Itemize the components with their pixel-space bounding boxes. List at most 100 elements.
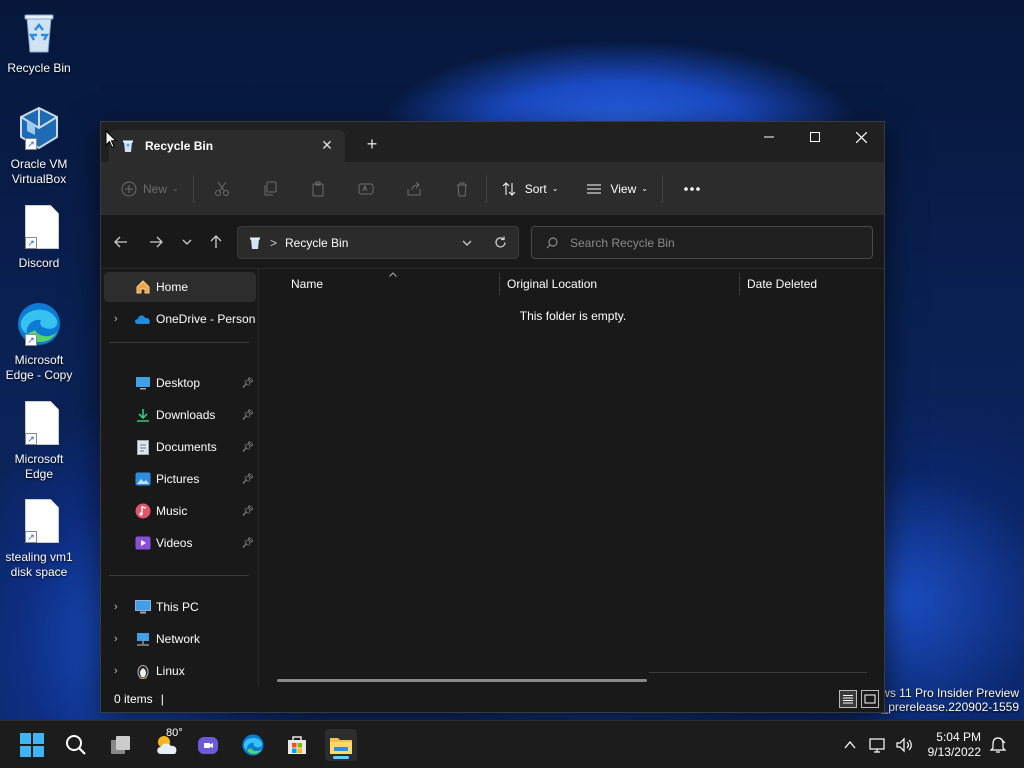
delete-button[interactable]: [446, 173, 478, 205]
sort-button[interactable]: Sort ⌄: [493, 173, 567, 205]
pin-icon[interactable]: 📌︎: [241, 538, 254, 549]
breadcrumb-recycle-bin[interactable]: Recycle Bin: [285, 236, 348, 250]
tiles-view-button[interactable]: [861, 690, 879, 708]
chevron-right-icon[interactable]: ›: [114, 601, 118, 613]
rename-button[interactable]: [350, 173, 382, 205]
column-header-name[interactable]: Name: [291, 269, 499, 299]
active-indicator: [333, 756, 349, 759]
view-button[interactable]: View ⌄: [578, 173, 656, 205]
horizontal-scrollbar[interactable]: [277, 679, 647, 682]
pin-icon[interactable]: 📌︎: [241, 378, 254, 389]
download-icon: [134, 406, 152, 424]
music-icon: [134, 502, 152, 520]
new-tab-button[interactable]: +: [363, 135, 381, 154]
search-input[interactable]: [570, 235, 860, 250]
desktop-icon-edge[interactable]: ↗ Microsoft Edge: [2, 399, 76, 482]
pin-icon[interactable]: 📌︎: [241, 410, 254, 421]
address-bar[interactable]: > Recycle Bin: [237, 226, 519, 259]
sidebar-item-label: This PC: [156, 600, 199, 614]
sidebar-item-videos[interactable]: Videos 📌︎: [104, 528, 256, 558]
desktop-icon-discord[interactable]: ↗ Discord: [2, 203, 76, 271]
search-box[interactable]: [531, 226, 873, 259]
new-label: New: [143, 181, 168, 196]
volume-tray-icon[interactable]: [892, 729, 916, 761]
sidebar-item-label: Linux: [156, 664, 185, 678]
paste-button[interactable]: [302, 173, 334, 205]
sidebar-item-this-pc[interactable]: › This PC: [104, 592, 256, 622]
network-icon: [869, 738, 885, 753]
desktop-folder-icon: [134, 374, 152, 392]
sidebar-item-desktop[interactable]: Desktop 📌︎: [104, 368, 256, 398]
column-separator[interactable]: [499, 273, 500, 295]
sidebar-item-linux[interactable]: › Linux: [104, 656, 256, 686]
desktop-icon-edge-copy[interactable]: ↗ Microsoft Edge - Copy: [2, 300, 76, 383]
blank-document-icon: ↗: [15, 497, 63, 545]
minimize-button[interactable]: [746, 122, 792, 152]
file-explorer-taskbar-button[interactable]: [325, 729, 357, 761]
edge-icon: ↗: [15, 300, 63, 348]
column-separator[interactable]: [739, 273, 740, 295]
sidebar-item-onedrive[interactable]: › OneDrive - Personal: [104, 304, 256, 334]
network-icon: [134, 630, 152, 648]
column-header-date-deleted[interactable]: Date Deleted: [747, 269, 877, 299]
column-header-original-location[interactable]: Original Location: [507, 269, 737, 299]
store-taskbar-button[interactable]: [281, 729, 313, 761]
start-button[interactable]: [16, 729, 48, 761]
sidebar-item-documents[interactable]: Documents 📌︎: [104, 432, 256, 462]
shortcut-arrow-icon: ↗: [25, 433, 37, 445]
pin-icon[interactable]: 📌︎: [241, 474, 254, 485]
chevron-down-icon[interactable]: [462, 240, 472, 246]
recycle-bin-icon: [15, 8, 63, 56]
pin-icon[interactable]: 📌︎: [241, 506, 254, 517]
edge-icon: [242, 734, 264, 756]
chevron-right-icon[interactable]: ›: [114, 313, 118, 325]
desktop-icon-recycle-bin[interactable]: Recycle Bin: [2, 8, 76, 76]
recent-locations-button[interactable]: [177, 232, 197, 252]
title-bar[interactable]: Recycle Bin ✕ +: [101, 122, 884, 162]
copy-button[interactable]: [254, 173, 286, 205]
up-button[interactable]: [206, 232, 226, 252]
close-tab-icon[interactable]: ✕: [319, 137, 335, 153]
notification-bell-icon: [989, 737, 1007, 753]
chevron-right-icon[interactable]: ›: [114, 665, 118, 677]
column-header-label: Original Location: [507, 277, 598, 291]
sidebar-item-home[interactable]: Home: [104, 272, 256, 302]
more-options-button[interactable]: [675, 173, 709, 205]
new-button[interactable]: New ⌄: [113, 173, 187, 205]
refresh-icon[interactable]: [494, 236, 507, 249]
chevron-right-icon[interactable]: ›: [114, 633, 118, 645]
chevron-down-icon: ⌄: [172, 184, 179, 193]
back-button[interactable]: [111, 232, 131, 252]
desktop-icon-stealing-vm1[interactable]: ↗ stealing vm1 disk space: [2, 497, 76, 580]
teams-chat-button[interactable]: [192, 729, 224, 761]
linux-penguin-icon: [134, 662, 152, 680]
desktop-icon-virtualbox[interactable]: ↗ Oracle VM VirtualBox: [2, 104, 76, 187]
network-tray-icon[interactable]: [866, 729, 890, 761]
weather-widget-button[interactable]: 80°: [150, 727, 184, 761]
search-button[interactable]: [60, 729, 92, 761]
share-button[interactable]: [398, 173, 430, 205]
tab-recycle-bin[interactable]: Recycle Bin ✕: [109, 130, 345, 162]
notifications-button[interactable]: [986, 729, 1010, 761]
close-window-button[interactable]: [838, 122, 884, 152]
forward-button[interactable]: [146, 232, 166, 252]
pin-icon[interactable]: 📌︎: [241, 442, 254, 453]
sidebar-item-pictures[interactable]: Pictures 📌︎: [104, 464, 256, 494]
chevron-up-icon: [844, 741, 856, 749]
cut-button[interactable]: [206, 173, 238, 205]
maximize-button[interactable]: [792, 122, 838, 152]
breadcrumb-separator: >: [270, 235, 278, 250]
view-list-icon: [587, 184, 602, 193]
scrollbar-track: [649, 672, 867, 673]
details-view-button[interactable]: [839, 690, 857, 708]
sidebar-item-downloads[interactable]: Downloads 📌︎: [104, 400, 256, 430]
task-view-button[interactable]: [105, 729, 137, 761]
desktop-icon-label: Oracle VM VirtualBox: [10, 157, 68, 186]
edge-taskbar-button[interactable]: [237, 729, 269, 761]
recycle-bin-icon: [123, 140, 133, 152]
sidebar-item-music[interactable]: Music 📌︎: [104, 496, 256, 526]
clock-time: 5:04 PM: [936, 730, 981, 744]
show-hidden-icons-button[interactable]: [836, 729, 864, 761]
clock[interactable]: 5:04 PM 9/13/2022: [928, 730, 981, 760]
sidebar-item-network[interactable]: › Network: [104, 624, 256, 654]
